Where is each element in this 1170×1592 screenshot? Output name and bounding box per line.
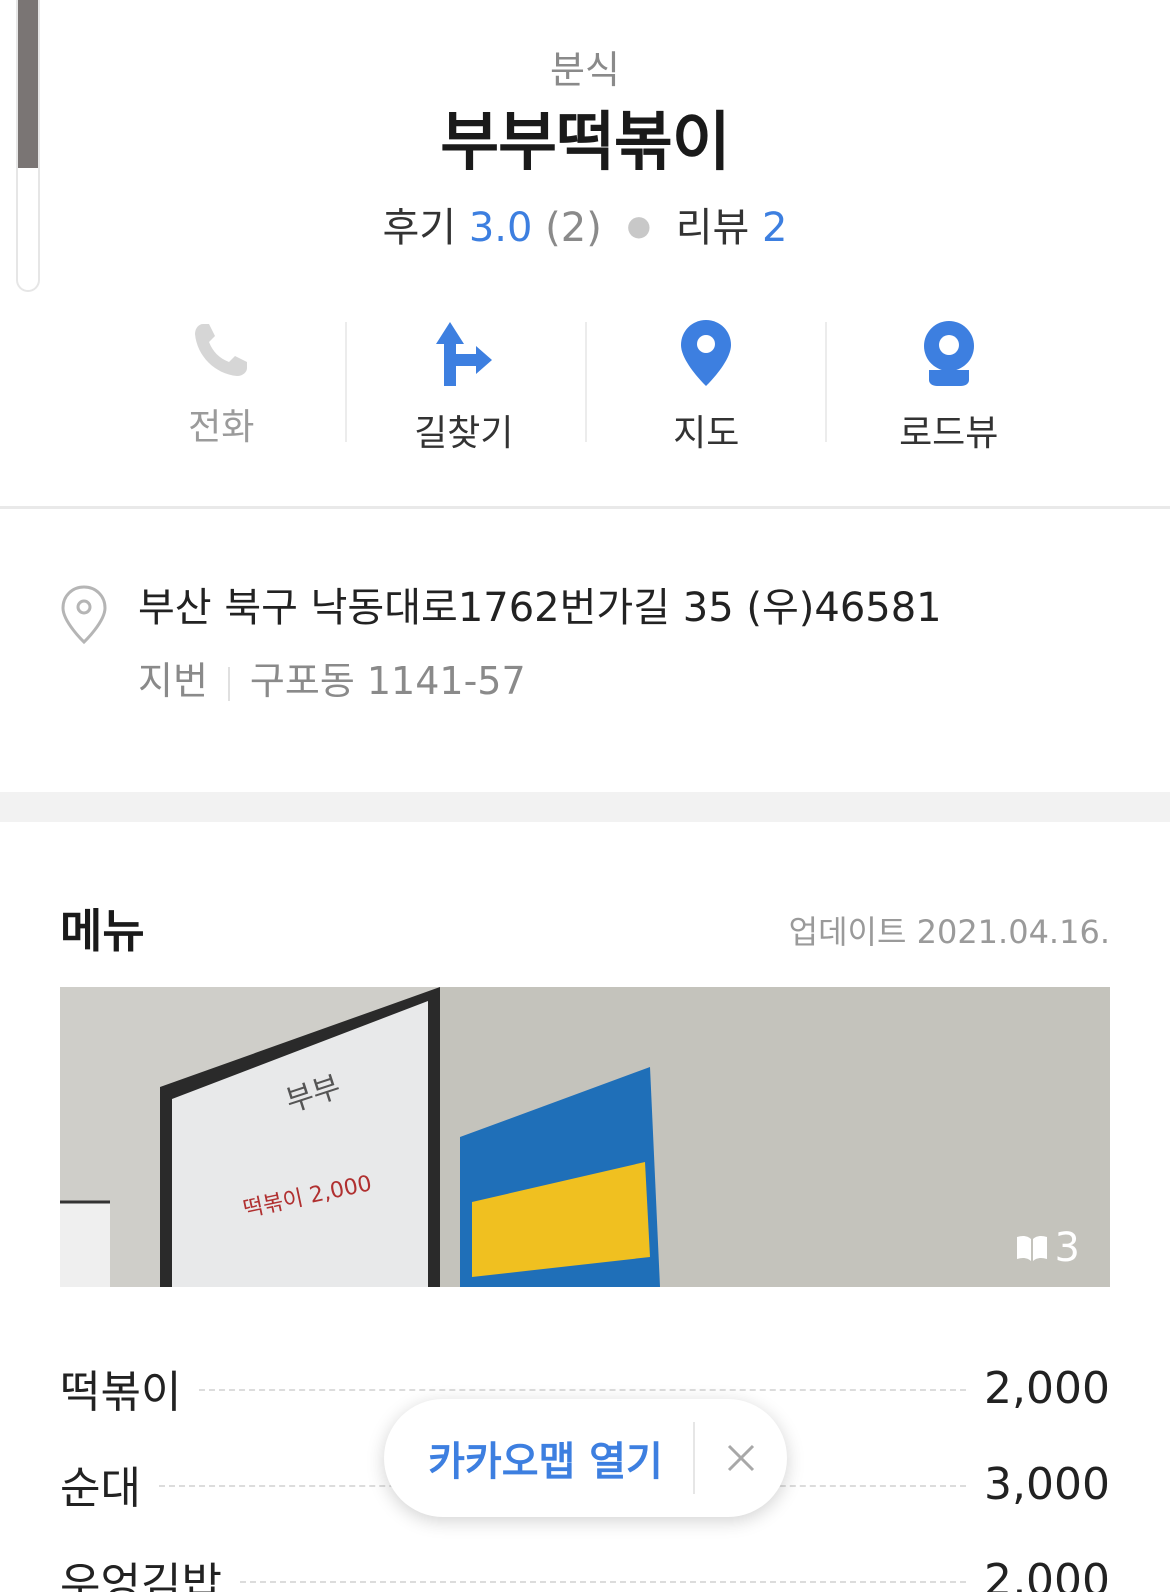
call-label: 전화: [188, 407, 255, 448]
location-pin-icon: [60, 584, 108, 650]
phone-icon: [189, 318, 253, 382]
open-kakaomap-button[interactable]: 카카오맵 열기: [384, 1429, 693, 1487]
menu-title: 메뉴: [60, 904, 145, 958]
menu-item-price: 2,000: [966, 1554, 1110, 1592]
divider: [345, 322, 347, 442]
directions-button[interactable]: 길찾기: [343, 318, 586, 454]
place-category: 분식: [550, 48, 620, 92]
menu-photo-image: 떡볶이 2,000 부부: [60, 987, 1110, 1287]
review-count[interactable]: (2): [545, 205, 602, 251]
lot-address: 지번 구포동 1141-57: [138, 654, 526, 708]
map-pin-icon: [679, 318, 733, 388]
book-icon: [1016, 1235, 1047, 1261]
place-header: 분식 부부떡볶이 후기 3.0 (2) ● 리뷰 2: [0, 40, 1170, 262]
roadview-button[interactable]: 로드뷰: [828, 318, 1071, 454]
road-address[interactable]: 부산 북구 낙동대로1762번가길 35 (우)46581: [138, 580, 942, 636]
place-title: 부부떡볶이: [440, 106, 730, 180]
blog-review-count[interactable]: 2: [762, 205, 787, 251]
lot-address-label: 지번: [138, 659, 208, 703]
divider: [227, 666, 230, 701]
directions-label: 길찾기: [414, 413, 514, 454]
photo-count-badge: 3: [1015, 1225, 1080, 1271]
directions-icon: [432, 318, 496, 388]
section-band: [0, 792, 1170, 822]
map-button[interactable]: 지도: [585, 318, 828, 454]
section-divider: [0, 506, 1170, 509]
open-kakaomap-banner: 카카오맵 열기: [384, 1399, 787, 1517]
map-label: 지도: [673, 413, 740, 454]
close-icon: [727, 1444, 755, 1472]
menu-item: 우엉김밥 2,000: [60, 1532, 1110, 1592]
menu-item-name: 떡볶이: [60, 1356, 200, 1420]
roadview-label: 로드뷰: [899, 413, 999, 454]
blog-review-label: 리뷰: [675, 205, 750, 251]
close-banner-button[interactable]: [695, 1443, 787, 1473]
menu-header: 메뉴 업데이트 2021.04.16.: [60, 895, 1110, 958]
review-label: 후기: [382, 205, 457, 251]
menu-item-price: 3,000: [966, 1458, 1110, 1510]
dotted-leader: [239, 1581, 967, 1583]
menu-item-price: 2,000: [966, 1362, 1110, 1414]
menu-item-name: 우엉김밥: [60, 1548, 240, 1592]
dotted-leader: [199, 1389, 967, 1391]
menu-updated-date: 업데이트 2021.04.16.: [788, 913, 1110, 951]
rating-summary: 후기 3.0 (2) ● 리뷰 2: [0, 198, 1170, 262]
lot-address-value: 구포동 1141-57: [249, 659, 526, 703]
menu-item-name: 순대: [60, 1452, 159, 1516]
separator-dot: ●: [626, 209, 651, 242]
review-score[interactable]: 3.0: [469, 205, 533, 251]
call-button[interactable]: 전화: [100, 318, 343, 448]
roadview-icon: [921, 318, 977, 388]
photo-count: 3: [1054, 1225, 1080, 1271]
divider: [825, 322, 827, 442]
divider: [585, 322, 587, 442]
menu-photo[interactable]: 떡볶이 2,000 부부 3: [60, 987, 1110, 1287]
